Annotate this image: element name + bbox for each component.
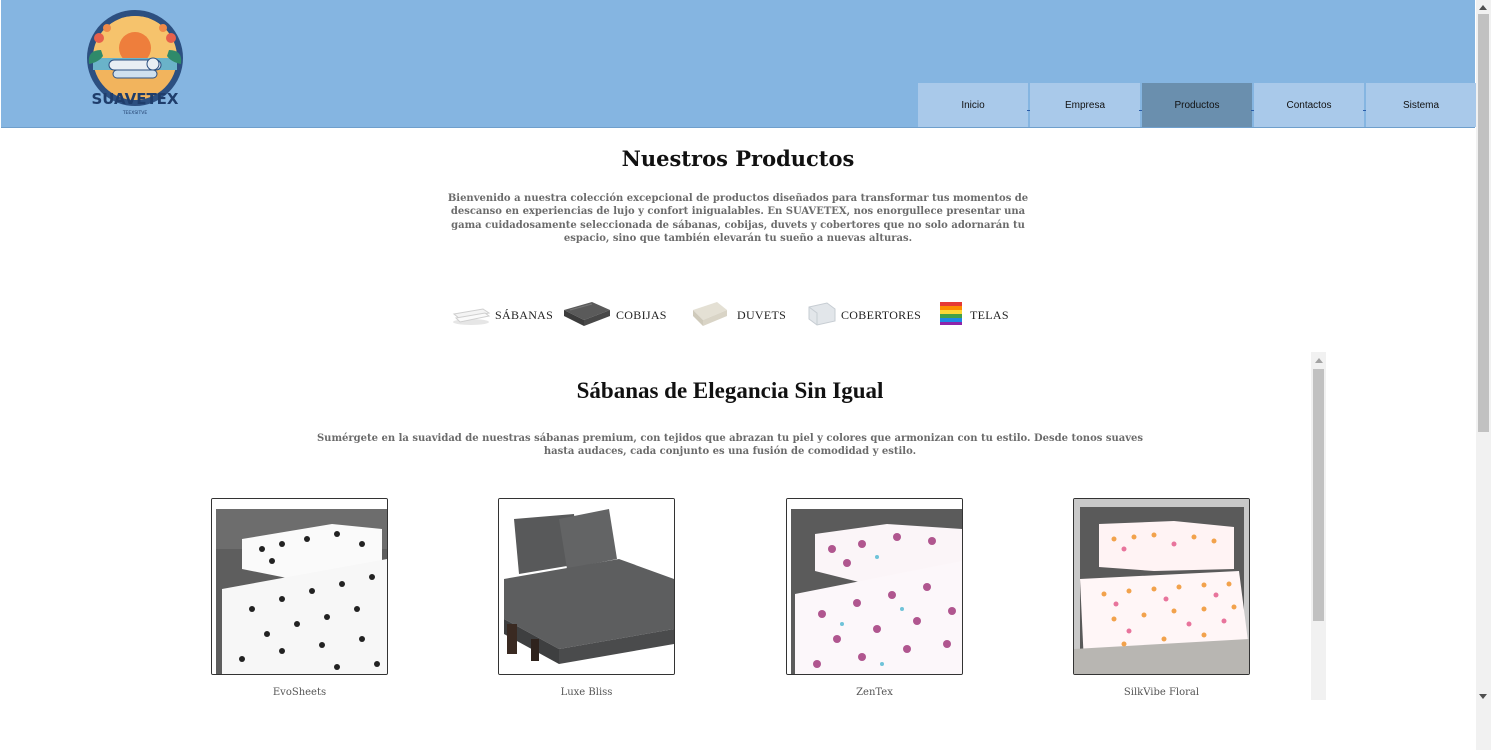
nav-item-contactos[interactable]: Contactos: [1254, 83, 1366, 127]
products-panel: Sábanas de Elegancia Sin Igual Sumérgete…: [150, 352, 1326, 700]
brand-logo[interactable]: SUAVETEX TEEXSITVE: [79, 8, 191, 118]
category-cobertores[interactable]: COBERTORES: [805, 298, 921, 332]
product-name[interactable]: EvoSheets: [211, 687, 388, 698]
nav-item-label: Contactos: [1286, 99, 1332, 111]
category-telas[interactable]: TELAS: [936, 298, 1009, 332]
category-duvets[interactable]: DUVETS: [687, 298, 786, 332]
product-image[interactable]: [1073, 498, 1250, 675]
product-image[interactable]: [498, 498, 675, 675]
product-image[interactable]: [211, 498, 388, 675]
site-header: SUAVETEX TEEXSITVE Inicio Empresa Produc…: [1, 0, 1478, 128]
product-card: EvoSheets: [211, 498, 388, 698]
category-label: DUVETS: [737, 307, 787, 322]
svg-text:SUAVETEX: SUAVETEX: [91, 90, 178, 108]
intro-text: Bienvenido a nuestra colección excepcion…: [447, 193, 1029, 244]
fabric-icon: [936, 298, 966, 332]
scrollbar-thumb[interactable]: [1313, 369, 1324, 621]
product-card: SilkVibe Floral: [1073, 498, 1250, 698]
page-scrollbar[interactable]: [1476, 0, 1491, 750]
panel-scrollbar[interactable]: [1311, 352, 1326, 700]
blanket-icon: [562, 298, 612, 332]
scroll-up-arrow-icon[interactable]: [1315, 358, 1323, 363]
scroll-up-arrow-icon[interactable]: [1479, 5, 1487, 10]
product-name[interactable]: SilkVibe Floral: [1073, 687, 1250, 698]
nav-item-productos[interactable]: Productos: [1142, 83, 1254, 127]
main-nav: Inicio Empresa Productos Contactos Siste…: [918, 83, 1478, 127]
category-label: TELAS: [970, 307, 1009, 322]
product-image[interactable]: [786, 498, 963, 675]
category-cobijas[interactable]: COBIJAS: [562, 298, 667, 332]
nav-item-label: Empresa: [1064, 99, 1105, 111]
nav-item-sistema[interactable]: Sistema: [1366, 83, 1476, 127]
category-label: SÁBANAS: [495, 307, 554, 322]
sheets-icon: [451, 300, 491, 330]
svg-text:TEEXSITVE: TEEXSITVE: [122, 110, 148, 116]
product-card: ZenTex: [786, 498, 963, 698]
product-card: Luxe Bliss: [498, 498, 675, 698]
product-name[interactable]: Luxe Bliss: [498, 687, 675, 698]
scroll-down-arrow-icon[interactable]: [1479, 694, 1487, 699]
nav-item-label: Sistema: [1402, 99, 1440, 111]
scrollbar-thumb[interactable]: [1478, 14, 1489, 432]
nav-item-label: Inicio: [961, 99, 985, 111]
nav-item-inicio[interactable]: Inicio: [918, 83, 1030, 127]
category-label: COBERTORES: [841, 307, 922, 322]
section-description: Sumérgete en la suavidad de nuestras sáb…: [316, 433, 1144, 458]
comforter-icon: [805, 299, 837, 331]
duvet-icon: [687, 298, 733, 332]
category-sabanas[interactable]: SÁBANAS: [451, 298, 553, 332]
product-name[interactable]: ZenTex: [786, 687, 963, 698]
section-title: Sábanas de Elegancia Sin Igual: [576, 378, 884, 403]
page-title: Nuestros Productos: [621, 146, 855, 171]
category-label: COBIJAS: [616, 307, 667, 322]
nav-item-label: Productos: [1174, 99, 1220, 111]
nav-item-empresa[interactable]: Empresa: [1030, 83, 1142, 127]
